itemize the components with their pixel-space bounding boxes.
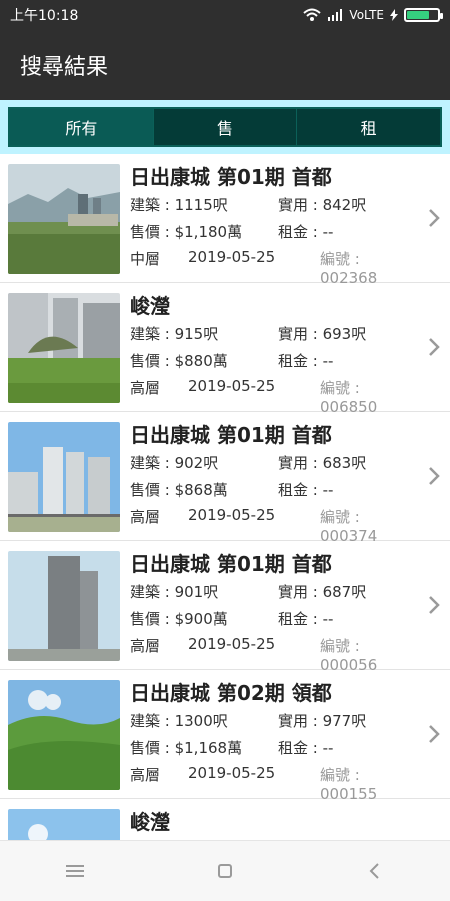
listing-title: 日出康城 第02期 領都 bbox=[130, 681, 332, 705]
menu-button[interactable] bbox=[55, 851, 95, 891]
tab-rent[interactable]: 租 bbox=[297, 109, 440, 145]
listing-photo bbox=[8, 551, 120, 661]
listing-photo bbox=[8, 809, 120, 840]
listing-title: 日出康城 第01期 首都 bbox=[130, 552, 332, 576]
app-bar: 搜尋結果 bbox=[0, 30, 450, 100]
home-button[interactable] bbox=[205, 851, 245, 891]
status-time: 上午10:18 bbox=[10, 8, 79, 24]
listing-photo bbox=[8, 293, 120, 403]
listing-item[interactable]: 日出康城 第02期 領都 建築 : 1300呎 實用 : 977呎 售價 : $… bbox=[0, 670, 450, 803]
rent-price: 租金 : -- bbox=[278, 223, 334, 241]
sale-price: 售價 : $900萬 bbox=[130, 610, 228, 628]
wifi-icon bbox=[303, 8, 322, 21]
listing-title: 峻瀅 bbox=[130, 810, 170, 834]
tab-all[interactable]: 所有 bbox=[10, 109, 154, 145]
tab-bar: 所有 售 租 bbox=[8, 107, 442, 147]
usable-area: 實用 : 977呎 bbox=[278, 712, 367, 730]
rent-price: 租金 : -- bbox=[278, 481, 334, 499]
rent-price: 租金 : -- bbox=[278, 610, 334, 628]
tab-sale[interactable]: 售 bbox=[154, 109, 298, 145]
listing-code: 編號 : 000155 bbox=[320, 766, 378, 803]
usable-area: 實用 : 693呎 bbox=[278, 325, 367, 343]
listing-title: 峻瀅 bbox=[130, 294, 170, 318]
listing-item[interactable]: 日出康城 第01期 首都 建築 : 1115呎 實用 : 842呎 售價 : $… bbox=[0, 154, 450, 287]
listing-code: 編號 : 002368 bbox=[320, 250, 378, 287]
listing-photo bbox=[8, 680, 120, 790]
listing-code: 編號 : 006850 bbox=[320, 379, 378, 416]
floor-level: 中層 bbox=[130, 250, 161, 268]
building-area: 建築 : 1300呎 bbox=[130, 712, 228, 730]
page-title: 搜尋結果 bbox=[20, 55, 109, 80]
signal-icon bbox=[328, 9, 343, 21]
tabs-container: 所有 售 租 bbox=[0, 100, 450, 154]
sale-price: 售價 : $868萬 bbox=[130, 481, 228, 499]
floor-level: 高層 bbox=[130, 508, 161, 526]
floor-level: 高層 bbox=[130, 379, 161, 397]
chevron-right-icon bbox=[429, 338, 440, 356]
listing-item[interactable]: 日出康城 第01期 首都 建築 : 902呎 實用 : 683呎 售價 : $8… bbox=[0, 412, 450, 545]
chevron-right-icon bbox=[429, 725, 440, 743]
floor-level: 高層 bbox=[130, 637, 161, 655]
listing-list: 日出康城 第01期 首都 建築 : 1115呎 實用 : 842呎 售價 : $… bbox=[0, 154, 450, 840]
listing-item[interactable]: 日出康城 第01期 首都 建築 : 901呎 實用 : 687呎 售價 : $9… bbox=[0, 541, 450, 674]
menu-icon bbox=[66, 865, 84, 877]
system-nav-bar bbox=[0, 840, 450, 901]
back-button[interactable] bbox=[355, 851, 395, 891]
listing-title: 日出康城 第01期 首都 bbox=[130, 423, 332, 447]
status-bar: 上午10:18 VoLTE bbox=[0, 0, 450, 30]
sale-price: 售價 : $1,168萬 bbox=[130, 739, 243, 757]
sale-price: 售價 : $880萬 bbox=[130, 352, 228, 370]
listing-date: 2019-05-25 bbox=[188, 248, 276, 266]
listing-code: 編號 : 000056 bbox=[320, 637, 378, 674]
chevron-right-icon bbox=[429, 209, 440, 227]
rent-price: 租金 : -- bbox=[278, 739, 334, 757]
rent-price: 租金 : -- bbox=[278, 352, 334, 370]
listing-code: 編號 : 000374 bbox=[320, 508, 378, 545]
status-icons: VoLTE bbox=[303, 8, 443, 22]
home-icon bbox=[218, 864, 232, 878]
listing-photo bbox=[8, 422, 120, 532]
chevron-right-icon bbox=[429, 596, 440, 614]
usable-area: 實用 : 842呎 bbox=[278, 196, 367, 214]
floor-level: 高層 bbox=[130, 766, 161, 784]
back-icon bbox=[369, 863, 379, 879]
listing-item[interactable]: 峻瀅 bbox=[0, 799, 450, 840]
chevron-right-icon bbox=[429, 467, 440, 485]
usable-area: 實用 : 687呎 bbox=[278, 583, 367, 601]
battery-level bbox=[407, 11, 430, 19]
listing-date: 2019-05-25 bbox=[188, 377, 276, 395]
usable-area: 實用 : 683呎 bbox=[278, 454, 367, 472]
charging-icon bbox=[390, 9, 398, 21]
building-area: 建築 : 902呎 bbox=[130, 454, 219, 472]
battery-icon bbox=[404, 8, 443, 22]
listing-date: 2019-05-25 bbox=[188, 506, 276, 524]
listing-photo bbox=[8, 164, 120, 274]
listing-title: 日出康城 第01期 首都 bbox=[130, 165, 332, 189]
listing-date: 2019-05-25 bbox=[188, 635, 276, 653]
listing-item[interactable]: 峻瀅 建築 : 915呎 實用 : 693呎 售價 : $880萬 租金 : -… bbox=[0, 283, 450, 416]
network-label: VoLTE bbox=[349, 8, 384, 22]
building-area: 建築 : 1115呎 bbox=[130, 196, 228, 214]
listing-date: 2019-05-25 bbox=[188, 764, 276, 782]
building-area: 建築 : 915呎 bbox=[130, 325, 219, 343]
building-area: 建築 : 901呎 bbox=[130, 583, 219, 601]
sale-price: 售價 : $1,180萬 bbox=[130, 223, 243, 241]
